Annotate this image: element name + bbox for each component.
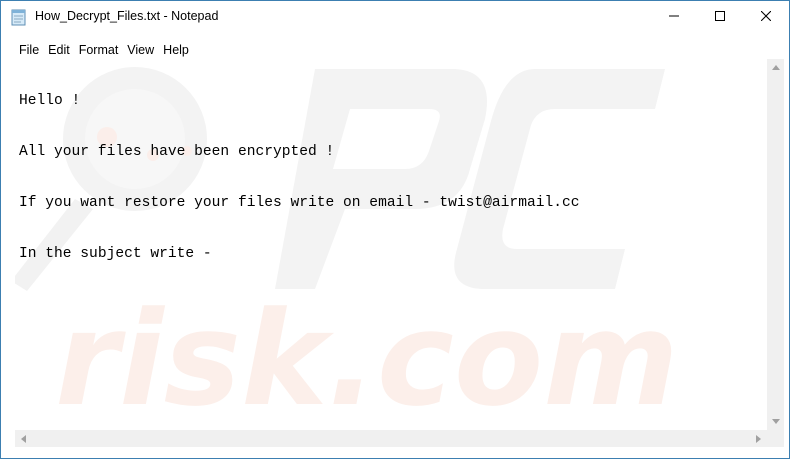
menu-file[interactable]: File [16,40,42,60]
text-line: All your files have been encrypted ! [19,144,335,160]
vertical-scrollbar[interactable] [767,59,784,430]
horizontal-scrollbar[interactable] [15,430,767,447]
close-icon [760,8,772,26]
minimize-button[interactable] [651,1,697,33]
text-editor[interactable]: risk.com Hello ! All your files have bee… [15,59,767,430]
text-line: If you want restore your files write on … [19,195,580,211]
maximize-icon [715,8,725,26]
scroll-right-icon[interactable] [750,430,767,447]
document-text[interactable]: Hello ! All your files have been encrypt… [19,59,580,297]
menu-help[interactable]: Help [160,40,192,60]
menu-bar: File Edit Format View Help [1,40,789,60]
notepad-window: How_Decrypt_Files.txt - Notepad File Edi… [0,0,790,459]
title-bar[interactable]: How_Decrypt_Files.txt - Notepad [1,1,789,33]
scrollbar-corner [767,430,784,447]
scroll-up-icon[interactable] [767,59,784,76]
text-line: Hello ! [19,93,81,109]
close-button[interactable] [743,1,789,33]
notepad-icon[interactable] [10,8,27,26]
text-line: In the subject write - [19,246,212,262]
window-title: How_Decrypt_Files.txt - Notepad [35,9,219,23]
svg-text:risk.com: risk.com [55,283,679,430]
minimize-icon [669,8,679,26]
menu-format[interactable]: Format [76,40,122,60]
menu-view[interactable]: View [124,40,157,60]
maximize-button[interactable] [697,1,743,33]
scroll-left-icon[interactable] [15,430,32,447]
scroll-down-icon[interactable] [767,413,784,430]
menu-edit[interactable]: Edit [45,40,73,60]
